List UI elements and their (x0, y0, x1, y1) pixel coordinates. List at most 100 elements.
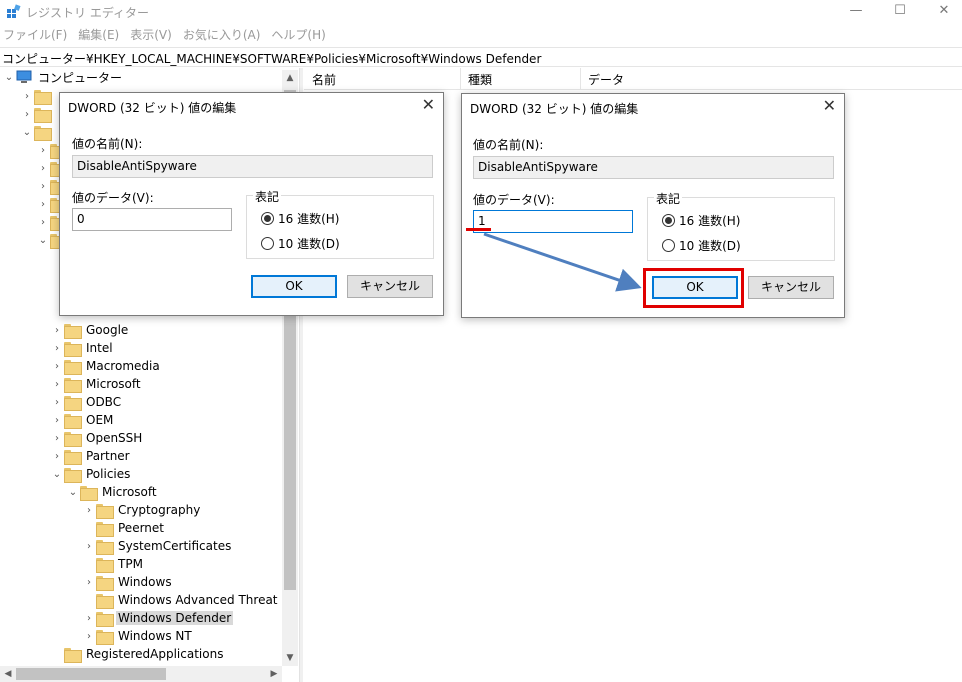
folder-icon (64, 323, 82, 339)
tree-item-cryptography[interactable]: › Cryptography (82, 501, 202, 519)
arrow-annotation-icon (483, 232, 642, 292)
radio-dec[interactable]: 10 進数(D) (261, 235, 340, 252)
tree-item-macromedia[interactable]: › Macromedia (50, 357, 162, 375)
chevron-right-icon[interactable]: › (82, 501, 96, 519)
chevron-right-icon[interactable]: › (82, 609, 96, 627)
tree-item-tpm[interactable]: TPM (82, 555, 145, 573)
tree-item-peernet[interactable]: Peernet (82, 519, 166, 537)
folder-icon (64, 413, 82, 429)
chevron-right-icon[interactable]: › (50, 339, 64, 357)
ok-button[interactable]: OK (251, 275, 337, 298)
menu-view[interactable]: 表示(V) (127, 26, 180, 44)
tree-item-odbc[interactable]: › ODBC (50, 393, 123, 411)
column-name[interactable]: 名前 (312, 71, 336, 88)
tree-item-label: Macromedia (86, 359, 160, 373)
menu-file[interactable]: ファイル(F) (0, 26, 75, 44)
column-separator[interactable] (460, 68, 461, 90)
chevron-right-icon[interactable]: › (50, 447, 64, 465)
tree-item-registeredapplications[interactable]: RegisteredApplications (50, 645, 225, 663)
tree-item-openssh[interactable]: › OpenSSH (50, 429, 144, 447)
chevron-right-icon[interactable]: › (36, 195, 50, 213)
tree-item-label: ODBC (86, 395, 122, 409)
chevron-right-icon[interactable]: › (50, 411, 64, 429)
tree-item-computer[interactable]: ⌄ コンピューター (2, 68, 124, 86)
tree-item-intel[interactable]: › Intel (50, 339, 115, 357)
radio-checked-icon[interactable] (662, 214, 675, 227)
chevron-right-icon[interactable]: › (36, 177, 50, 195)
folder-icon (34, 107, 52, 123)
value-list-header: 名前 種類 データ (304, 68, 962, 90)
radio-dec[interactable]: 10 進数(D) (662, 237, 741, 254)
chevron-right-icon[interactable]: › (50, 375, 64, 393)
scroll-thumb[interactable] (16, 668, 166, 680)
tree-horizontal-scrollbar[interactable]: ◀ ▶ (0, 666, 282, 682)
radio-hex[interactable]: 16 進数(H) (662, 212, 740, 229)
column-type[interactable]: 種類 (468, 71, 492, 88)
column-separator[interactable] (580, 68, 581, 90)
menu-favorites[interactable]: お気に入り(A) (180, 26, 269, 44)
chevron-right-icon[interactable]: › (50, 429, 64, 447)
close-icon[interactable]: ✕ (422, 95, 435, 114)
scroll-down-icon[interactable]: ▼ (282, 650, 298, 666)
tree-item-label: Intel (86, 341, 113, 355)
tree-item-windows-nt[interactable]: › Windows NT (82, 627, 194, 645)
value-data-label: 値のデータ(V): (473, 193, 555, 207)
scroll-left-icon[interactable]: ◀ (0, 666, 16, 682)
scroll-right-icon[interactable]: ▶ (266, 666, 282, 682)
chevron-right-icon[interactable]: › (20, 105, 34, 123)
chevron-right-icon[interactable]: › (36, 141, 50, 159)
menu-help[interactable]: ヘルプ(H) (268, 26, 333, 44)
scroll-up-icon[interactable]: ▲ (282, 70, 298, 86)
chevron-right-icon[interactable]: › (36, 213, 50, 231)
tree-item-policies-microsoft[interactable]: ⌄ Microsoft (66, 483, 159, 501)
folder-icon (96, 575, 114, 591)
close-button[interactable]: ✕ (922, 0, 962, 24)
chevron-right-icon[interactable]: › (82, 537, 96, 555)
tree-item-windows[interactable]: › Windows (82, 573, 174, 591)
maximize-button[interactable]: ☐ (878, 0, 922, 24)
value-name-field: DisableAntiSpyware (72, 155, 433, 178)
value-data-input[interactable]: 0 (72, 208, 232, 231)
tree-item-systemcertificates[interactable]: › SystemCertificates (82, 537, 233, 555)
minimize-button[interactable]: — (834, 0, 878, 24)
folder-icon (64, 449, 82, 465)
tree-item-microsoft[interactable]: › Microsoft (50, 375, 143, 393)
chevron-right-icon[interactable]: › (82, 573, 96, 591)
radio-hex-label: 16 進数(H) (679, 214, 741, 228)
tree-item-hidden: › (20, 105, 54, 123)
menu-edit[interactable]: 編集(E) (75, 26, 127, 44)
address-bar[interactable]: コンピューター¥HKEY_LOCAL_MACHINE¥SOFTWARE¥Poli… (0, 47, 962, 67)
radio-unchecked-icon[interactable] (662, 239, 675, 252)
tree-item-label: Microsoft (86, 377, 141, 391)
chevron-right-icon[interactable]: › (36, 159, 50, 177)
chevron-down-icon[interactable]: ⌄ (20, 123, 34, 141)
chevron-right-icon[interactable]: › (50, 321, 64, 339)
registry-editor-icon (7, 4, 21, 18)
cancel-button[interactable]: キャンセル (347, 275, 433, 298)
chevron-right-icon[interactable]: › (20, 87, 34, 105)
chevron-down-icon[interactable]: ⌄ (2, 68, 16, 86)
radio-hex[interactable]: 16 進数(H) (261, 210, 339, 227)
tree-item-google[interactable]: › Google (50, 321, 130, 339)
chevron-right-icon[interactable]: › (82, 627, 96, 645)
tree-item-windows-defender[interactable]: › Windows Defender (82, 609, 234, 627)
tree-item-partner[interactable]: › Partner (50, 447, 132, 465)
folder-icon (64, 467, 82, 483)
folder-icon (64, 377, 82, 393)
radio-checked-icon[interactable] (261, 212, 274, 225)
chevron-down-icon[interactable]: ⌄ (50, 465, 64, 483)
chevron-right-icon[interactable]: › (50, 357, 64, 375)
close-icon[interactable]: ✕ (823, 96, 836, 115)
chevron-down-icon[interactable]: ⌄ (66, 483, 80, 501)
column-data[interactable]: データ (588, 71, 624, 88)
value-name-field: DisableAntiSpyware (473, 156, 834, 179)
chevron-right-icon[interactable]: › (50, 393, 64, 411)
tree-item-oem[interactable]: › OEM (50, 411, 115, 429)
tree-item-windows-atp[interactable]: Windows Advanced Threat Pro (82, 591, 298, 609)
radio-unchecked-icon[interactable] (261, 237, 274, 250)
tree-item-label: Cryptography (118, 503, 201, 517)
tree-item-policies[interactable]: ⌄ Policies (50, 465, 132, 483)
cancel-button[interactable]: キャンセル (748, 276, 834, 299)
chevron-down-icon[interactable]: ⌄ (36, 231, 50, 249)
